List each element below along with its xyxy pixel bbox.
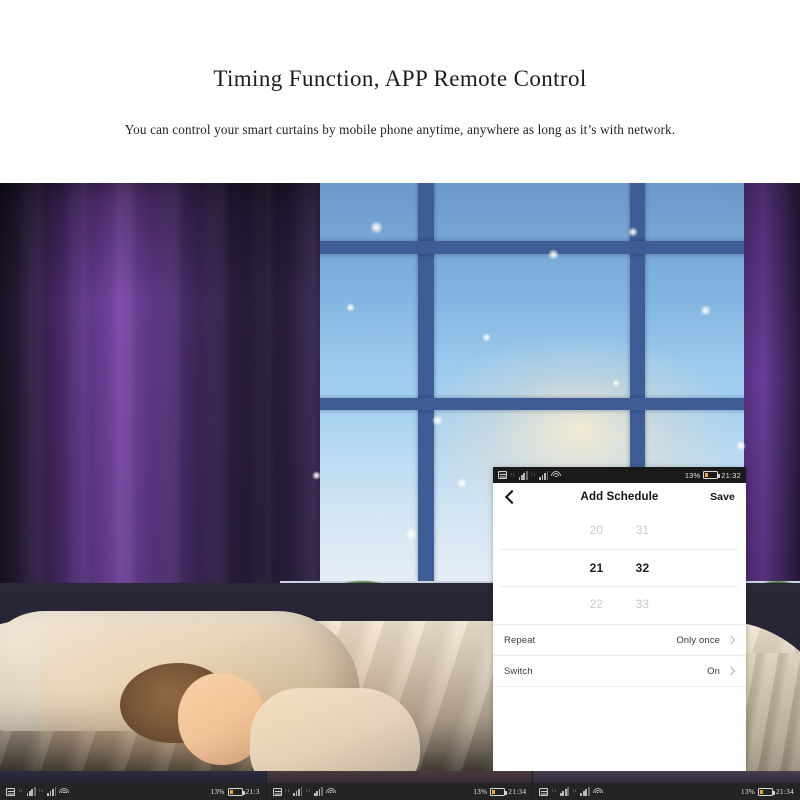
switch-label: Switch bbox=[504, 665, 533, 677]
signal-bars-icon bbox=[518, 470, 528, 480]
signal-label: ↑↓ bbox=[530, 472, 536, 478]
app-screen-title: Add Schedule bbox=[580, 491, 659, 503]
time-picker-row-selected[interactable]: 21 32 bbox=[493, 549, 746, 586]
battery-percent-label: 13% bbox=[684, 470, 701, 480]
status-bar-right: 13% 21:32 bbox=[685, 471, 741, 480]
wifi-icon bbox=[551, 471, 562, 479]
signal-label: ↑↓ bbox=[551, 789, 557, 794]
status-bar-clock: 21:34 bbox=[775, 787, 795, 796]
signal-bars-icon bbox=[47, 787, 57, 796]
picker-hour[interactable]: 22 bbox=[586, 599, 608, 611]
settings-row-switch[interactable]: Switch On bbox=[493, 655, 746, 686]
sim-card-icon bbox=[539, 787, 549, 796]
picker-hour[interactable]: 20 bbox=[586, 525, 608, 537]
battery-icon bbox=[227, 787, 245, 796]
battery-percent-label: 13% bbox=[740, 787, 755, 796]
status-bar-clock: 21:34 bbox=[508, 787, 527, 796]
content-spacer bbox=[493, 686, 746, 771]
picker-hour-selected[interactable]: 21 bbox=[586, 561, 608, 575]
picker-minute-selected[interactable]: 32 bbox=[632, 561, 654, 575]
signal-label: ↑↓ bbox=[284, 789, 290, 794]
sim-card-icon bbox=[498, 471, 507, 479]
bottom-status-strips: ↑↓ ↑↓ 13% 21:3 ↑↓ ↑↓ 13% 21:34 ↑↓ ↑↓ 13%… bbox=[0, 771, 800, 800]
headline-block: Timing Function, APP Remote Control You … bbox=[0, 0, 800, 183]
signal-label: ↑↓ bbox=[571, 789, 577, 794]
time-picker-row-next[interactable]: 22 33 bbox=[493, 586, 746, 623]
signal-bars-icon bbox=[293, 787, 303, 796]
picker-divider-top bbox=[501, 549, 738, 550]
sleeping-child-arm bbox=[250, 688, 420, 771]
status-bar-right: 13% 21:3 bbox=[210, 787, 259, 796]
strip-status-bar: ↑↓ ↑↓ 13% 21:34 bbox=[266, 783, 533, 800]
bedroom-photo: ↑↓ ↑↓ 13% 21:32 Add Schedule Save 20 31 … bbox=[0, 183, 800, 771]
curtain-right bbox=[744, 183, 800, 613]
status-bar-clock: 21:32 bbox=[721, 470, 741, 480]
wifi-icon bbox=[325, 787, 336, 796]
strip-photo-remnant bbox=[533, 771, 800, 783]
battery-percent-label: 13% bbox=[210, 787, 225, 796]
bottom-strip: ↑↓ ↑↓ 13% 21:34 bbox=[266, 771, 534, 800]
picker-divider-bottom bbox=[501, 586, 738, 587]
picker-minute[interactable]: 31 bbox=[632, 525, 654, 537]
window-mullion bbox=[300, 398, 780, 410]
battery-icon bbox=[490, 787, 508, 796]
settings-row-repeat[interactable]: Repeat Only once bbox=[493, 624, 746, 655]
chevron-right-icon bbox=[728, 637, 735, 644]
status-bar-right: 13% 21:34 bbox=[741, 787, 794, 796]
time-picker-row-previous[interactable]: 20 31 bbox=[493, 512, 746, 549]
bottom-strip: ↑↓ ↑↓ 13% 21:3 bbox=[0, 771, 267, 800]
signal-label: ↑↓ bbox=[18, 789, 23, 794]
wifi-icon bbox=[59, 787, 70, 796]
battery-percent-label: 13% bbox=[473, 787, 488, 796]
battery-icon bbox=[757, 787, 775, 796]
signal-bars-icon bbox=[539, 470, 549, 480]
window-mullion bbox=[300, 241, 780, 254]
switch-value: On bbox=[707, 665, 720, 677]
wifi-icon bbox=[592, 787, 603, 796]
sim-card-icon bbox=[272, 787, 282, 796]
repeat-value-group: Only once bbox=[676, 635, 735, 646]
phone-mockup: ↑↓ ↑↓ 13% 21:32 Add Schedule Save 20 31 … bbox=[493, 467, 746, 771]
status-bar-left: ↑↓ ↑↓ bbox=[272, 787, 336, 796]
repeat-label: Repeat bbox=[504, 634, 536, 646]
signal-label: ↑↓ bbox=[510, 472, 515, 478]
phone-status-bar: ↑↓ ↑↓ 13% 21:32 bbox=[493, 467, 746, 483]
app-header: Add Schedule Save bbox=[493, 483, 746, 511]
signal-bars-icon bbox=[26, 787, 36, 796]
status-bar-left: ↑↓ ↑↓ bbox=[539, 787, 603, 796]
chevron-right-icon bbox=[728, 668, 735, 675]
strip-status-bar: ↑↓ ↑↓ 13% 21:34 bbox=[533, 783, 800, 800]
status-bar-clock: 21:3 bbox=[245, 787, 260, 796]
battery-icon bbox=[703, 471, 721, 479]
strip-photo-remnant bbox=[0, 771, 266, 783]
bottom-strip: ↑↓ ↑↓ 13% 21:34 bbox=[533, 771, 800, 800]
time-picker[interactable]: 20 31 21 32 22 33 bbox=[493, 511, 746, 624]
strip-status-bar: ↑↓ ↑↓ 13% 21:3 bbox=[0, 783, 266, 800]
signal-label: ↑↓ bbox=[305, 789, 311, 794]
signal-bars-icon bbox=[313, 787, 323, 796]
picker-minute[interactable]: 33 bbox=[632, 599, 654, 611]
signal-bars-icon bbox=[580, 787, 590, 796]
status-bar-right: 13% 21:34 bbox=[473, 787, 526, 796]
signal-label: ↑↓ bbox=[38, 789, 44, 794]
page-subtitle: You can control your smart curtains by m… bbox=[124, 122, 676, 137]
repeat-value: Only once bbox=[676, 634, 720, 646]
sim-card-icon bbox=[6, 787, 15, 796]
strip-photo-remnant bbox=[266, 771, 533, 783]
status-bar-left: ↑↓ ↑↓ bbox=[6, 787, 70, 796]
page-root: Timing Function, APP Remote Control You … bbox=[0, 0, 800, 800]
signal-bars-icon bbox=[559, 787, 569, 796]
status-bar-left: ↑↓ ↑↓ bbox=[498, 470, 562, 480]
page-title: Timing Function, APP Remote Control bbox=[213, 66, 587, 91]
switch-value-group: On bbox=[707, 666, 735, 677]
